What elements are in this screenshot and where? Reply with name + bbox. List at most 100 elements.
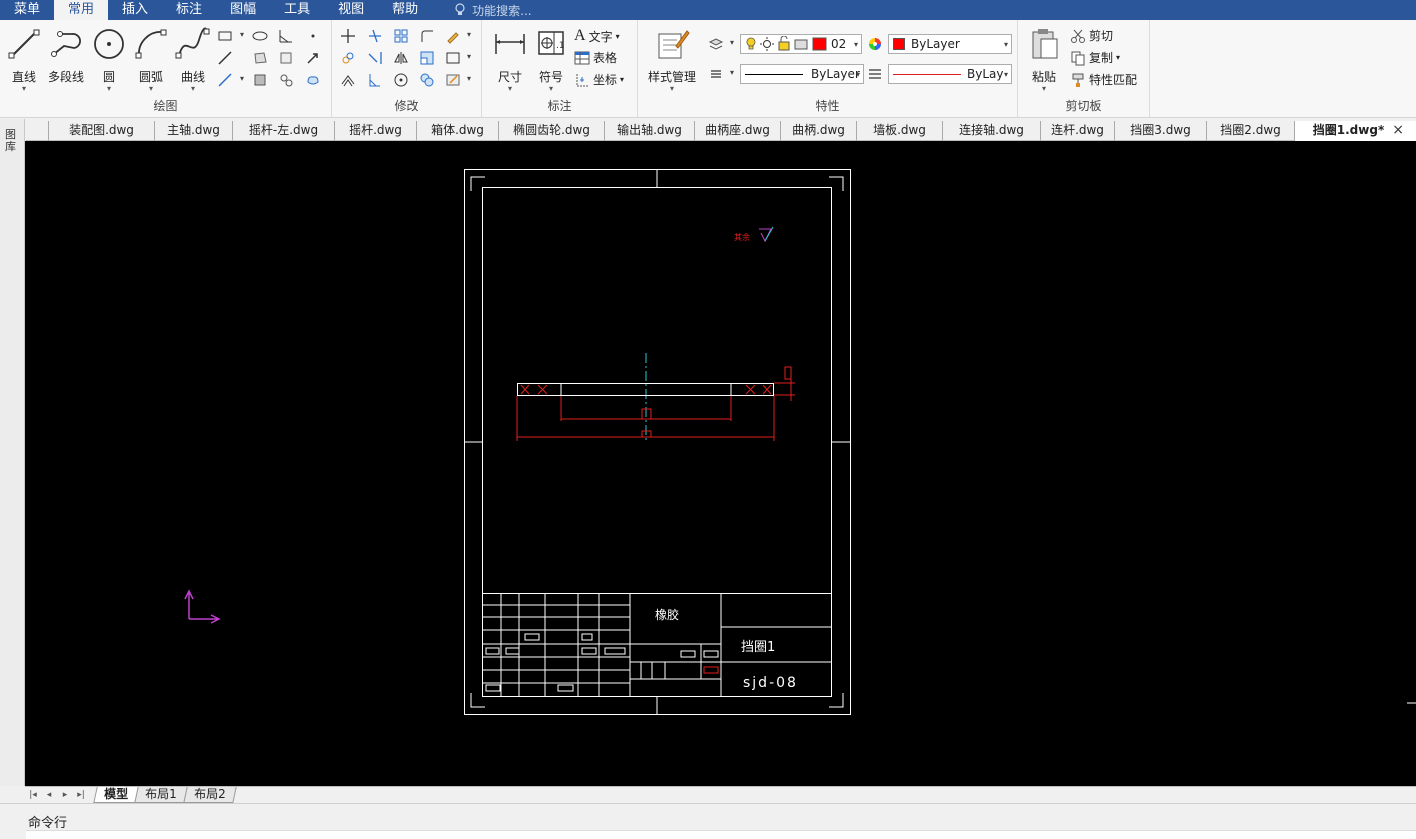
tab-document[interactable]: 连接轴.dwg bbox=[942, 121, 1040, 141]
polyline-tool-button[interactable]: 多段线 bbox=[44, 26, 88, 85]
extend-icon[interactable] bbox=[367, 50, 383, 66]
text-tool-button[interactable]: A 文字 ▾ bbox=[574, 27, 620, 45]
menu-item-insert[interactable]: 插入 bbox=[108, 0, 162, 20]
mirror-icon[interactable] bbox=[393, 50, 409, 66]
ellipse-icon[interactable] bbox=[252, 28, 268, 44]
rectangle-icon[interactable] bbox=[217, 28, 233, 44]
tab-document[interactable]: 摇杆.dwg bbox=[334, 121, 416, 141]
tab-document[interactable]: 输出轴.dwg bbox=[604, 121, 694, 141]
copy-button[interactable]: 复制 ▾ bbox=[1070, 49, 1120, 66]
boundary-icon[interactable] bbox=[278, 72, 294, 88]
dimension-icon bbox=[495, 34, 525, 54]
arrow-pointer-icon[interactable] bbox=[305, 50, 321, 66]
chamfer-icon[interactable] bbox=[367, 72, 383, 88]
ray-icon[interactable] bbox=[217, 72, 233, 88]
paste-button[interactable]: 粘贴 ▾ bbox=[1024, 26, 1064, 93]
tab-document[interactable]: 摇杆-左.dwg bbox=[232, 121, 334, 141]
chevron-down-icon[interactable]: ▾ bbox=[467, 74, 471, 83]
construction-line-icon[interactable] bbox=[217, 50, 233, 66]
chevron-down-icon[interactable]: ▾ bbox=[240, 30, 244, 39]
layer-manager-icon[interactable] bbox=[708, 36, 724, 52]
menu-item-home[interactable]: 常用 bbox=[54, 0, 109, 20]
tab-document[interactable]: 挡圈2.dwg bbox=[1206, 121, 1294, 141]
tab-document[interactable]: 箱体.dwg bbox=[416, 121, 498, 141]
command-input[interactable] bbox=[26, 830, 1416, 839]
region-icon[interactable] bbox=[252, 50, 268, 66]
symbol-tool-button[interactable]: .1 符号 ▾ bbox=[529, 26, 573, 93]
move-icon[interactable] bbox=[340, 28, 356, 44]
tab-document[interactable]: 挡圈3.dwg bbox=[1114, 121, 1206, 141]
copy-object-icon[interactable] bbox=[340, 50, 356, 66]
tab-document[interactable]: 连杆.dwg bbox=[1040, 121, 1114, 141]
line-tool-button[interactable]: 直线 ▾ bbox=[2, 26, 46, 93]
match-layer-icon[interactable] bbox=[708, 66, 724, 82]
match-properties-button[interactable]: 特性匹配 bbox=[1070, 71, 1137, 88]
cut-button[interactable]: 剪切 bbox=[1070, 27, 1113, 44]
chevron-down-icon[interactable]: ▾ bbox=[467, 52, 471, 61]
polyline-icon bbox=[51, 31, 81, 57]
chevron-down-icon[interactable]: ▾ bbox=[467, 30, 471, 39]
chevron-down-icon[interactable]: ▾ bbox=[730, 38, 734, 47]
close-icon[interactable]: × bbox=[1392, 122, 1404, 138]
chevron-down-icon: ▾ bbox=[21, 84, 26, 93]
material-text: 橡胶 bbox=[655, 607, 679, 622]
angle-icon[interactable] bbox=[278, 28, 294, 44]
color-dropdown[interactable]: ByLayer ▾ bbox=[888, 34, 1012, 54]
hatch-icon[interactable] bbox=[252, 72, 268, 88]
circle-tool-button[interactable]: 圆 ▾ bbox=[87, 26, 131, 93]
menu-item-help[interactable]: 帮助 bbox=[378, 0, 432, 20]
style-manager-button[interactable]: 样式管理 ▾ bbox=[644, 26, 700, 93]
pencil-icon[interactable] bbox=[445, 28, 461, 44]
chevron-down-icon: ▾ bbox=[1003, 39, 1008, 49]
chevron-down-icon[interactable]: ▾ bbox=[730, 68, 734, 77]
dimension-tool-button[interactable]: 尺寸 ▾ bbox=[488, 26, 532, 93]
menu-item-annotate[interactable]: 标注 bbox=[162, 0, 216, 20]
trim-icon[interactable] bbox=[367, 28, 383, 44]
edit-icon[interactable] bbox=[445, 72, 461, 88]
function-search[interactable]: 功能搜索... bbox=[432, 2, 532, 19]
rotate-icon[interactable] bbox=[393, 72, 409, 88]
menu-item-sheet[interactable]: 图幅 bbox=[216, 0, 270, 20]
color-wheel-icon[interactable] bbox=[867, 36, 883, 52]
curve-tool-button[interactable]: 曲线 ▾ bbox=[171, 26, 215, 93]
menu-item-view[interactable]: 视图 bbox=[324, 0, 378, 20]
library-side-panel[interactable]: 图库 bbox=[0, 119, 25, 786]
revision-cloud-icon[interactable] bbox=[305, 72, 321, 88]
chevron-down-icon: ▾ bbox=[669, 84, 674, 93]
last-layout-icon[interactable]: ▸| bbox=[73, 790, 89, 800]
lineweight-icon[interactable] bbox=[867, 66, 883, 82]
command-line-label: 命令行 bbox=[28, 816, 68, 831]
drawing-number-text: sjd-08 bbox=[743, 675, 798, 691]
menu-item-tools[interactable]: 工具 bbox=[270, 0, 324, 20]
tab-layout-1[interactable]: 布局1 bbox=[134, 787, 188, 803]
drawing-svg: 其余 橡胶 挡圈1 sjd-08 bbox=[184, 169, 1416, 715]
tab-document[interactable]: 曲柄.dwg bbox=[780, 121, 856, 141]
tab-layout-2[interactable]: 布局2 bbox=[182, 787, 236, 803]
coordinate-tool-button[interactable]: 坐标 ▾ bbox=[574, 71, 624, 88]
linetype-dropdown[interactable]: ByLayer ▾ bbox=[740, 64, 864, 84]
chevron-down-icon[interactable]: ▾ bbox=[240, 74, 244, 83]
offset-icon[interactable] bbox=[340, 72, 356, 88]
table-tool-button[interactable]: 表格 bbox=[574, 49, 617, 66]
menu-item-menu[interactable]: 菜单 bbox=[0, 0, 54, 20]
scale-icon[interactable] bbox=[419, 50, 435, 66]
arc-tool-button[interactable]: 圆弧 ▾ bbox=[129, 26, 173, 93]
wipeout-icon[interactable] bbox=[278, 50, 294, 66]
tab-model[interactable]: 模型 bbox=[93, 787, 139, 803]
tab-document[interactable]: 曲柄座.dwg bbox=[694, 121, 780, 141]
array-icon[interactable] bbox=[393, 28, 409, 44]
fillet-icon[interactable] bbox=[419, 28, 435, 44]
tab-document[interactable]: 椭圆齿轮.dwg bbox=[498, 121, 604, 141]
tab-document[interactable]: 装配图.dwg bbox=[48, 121, 154, 141]
next-layout-icon[interactable]: ▸ bbox=[57, 790, 73, 800]
first-layout-icon[interactable]: |◂ bbox=[25, 790, 41, 800]
stretch-icon[interactable] bbox=[445, 50, 461, 66]
prev-layout-icon[interactable]: ◂ bbox=[41, 790, 57, 800]
tab-document[interactable]: 墙板.dwg bbox=[856, 121, 942, 141]
tab-document[interactable]: 主轴.dwg bbox=[154, 121, 232, 141]
explode-icon[interactable] bbox=[419, 72, 435, 88]
drawing-canvas[interactable]: 其余 橡胶 挡圈1 sjd-08 bbox=[25, 141, 1416, 786]
point-icon[interactable] bbox=[305, 28, 321, 44]
lineweight-dropdown[interactable]: ByLay ▾ bbox=[888, 64, 1012, 84]
layer-dropdown[interactable]: 02 ▾ bbox=[740, 34, 862, 54]
